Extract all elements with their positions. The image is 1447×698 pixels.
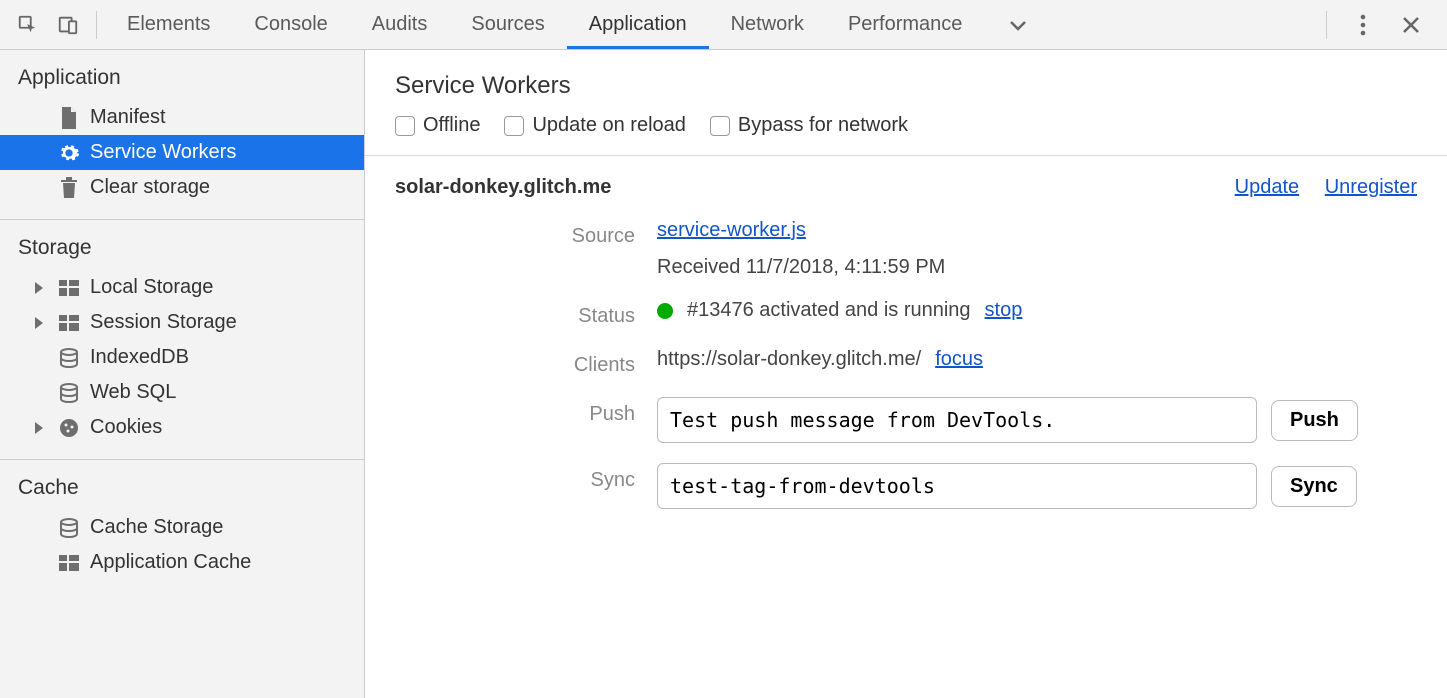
unregister-link[interactable]: Unregister: [1325, 176, 1417, 198]
sidebar-item-indexeddb[interactable]: IndexedDB: [0, 340, 364, 375]
sw-status-text: #13476 activated and is running: [687, 299, 971, 322]
push-input[interactable]: [657, 397, 1257, 443]
grid-icon: [58, 315, 80, 331]
sidebar-item-clear-storage[interactable]: Clear storage: [0, 170, 364, 205]
trash-icon: [58, 177, 80, 199]
chevron-right-icon[interactable]: [34, 317, 48, 329]
sidebar-item-label: Application Cache: [90, 551, 251, 574]
bypass-checkbox[interactable]: Bypass for network: [710, 114, 908, 137]
grid-icon: [58, 555, 80, 571]
sidebar-group-storage: Storage: [0, 220, 364, 270]
tab-audits[interactable]: Audits: [350, 0, 450, 49]
update-on-reload-checkbox[interactable]: Update on reload: [504, 114, 685, 137]
sidebar-item-local-storage[interactable]: Local Storage: [0, 270, 364, 305]
sidebar-item-label: Manifest: [90, 106, 166, 129]
database-icon: [58, 518, 80, 538]
device-toggle-icon[interactable]: [48, 5, 88, 45]
file-icon: [58, 107, 80, 129]
sidebar-item-label: Cookies: [90, 416, 162, 439]
push-button[interactable]: Push: [1271, 400, 1358, 441]
devtools-tabbar: Elements Console Audits Sources Applicat…: [0, 0, 1447, 50]
offline-checkbox[interactable]: Offline: [395, 114, 480, 137]
sw-source-link[interactable]: service-worker.js: [657, 219, 806, 242]
service-workers-panel: Service Workers Offline Update on reload…: [365, 50, 1447, 698]
sync-input[interactable]: [657, 463, 1257, 509]
sidebar-item-label: Web SQL: [90, 381, 176, 404]
sidebar-item-manifest[interactable]: Manifest: [0, 100, 364, 135]
sw-client-url: https://solar-donkey.glitch.me/: [657, 348, 921, 371]
sidebar-item-label: Cache Storage: [90, 516, 223, 539]
grid-icon: [58, 280, 80, 296]
sidebar-group-cache: Cache: [0, 460, 364, 510]
push-label: Push: [395, 397, 635, 426]
update-link[interactable]: Update: [1235, 176, 1300, 198]
separator: [1326, 11, 1327, 39]
stop-link[interactable]: stop: [985, 299, 1023, 322]
focus-link[interactable]: focus: [935, 348, 983, 371]
tab-elements[interactable]: Elements: [105, 0, 232, 49]
sidebar-item-cookies[interactable]: Cookies: [0, 410, 364, 445]
tab-network[interactable]: Network: [709, 0, 826, 49]
application-sidebar: Application Manifest Service Workers Cle…: [0, 50, 365, 698]
sidebar-item-cache-storage[interactable]: Cache Storage: [0, 510, 364, 545]
sw-origin: solar-donkey.glitch.me: [395, 176, 611, 199]
more-tabs-icon[interactable]: [984, 0, 1052, 49]
tab-sources[interactable]: Sources: [449, 0, 566, 49]
kebab-menu-icon[interactable]: [1343, 5, 1383, 45]
sw-received: Received 11/7/2018, 4:11:59 PM: [657, 256, 1417, 279]
panel-tabs: Elements Console Audits Sources Applicat…: [105, 0, 1318, 49]
tab-console[interactable]: Console: [232, 0, 349, 49]
sidebar-item-label: Session Storage: [90, 311, 237, 334]
sync-label: Sync: [395, 463, 635, 492]
sidebar-item-label: Local Storage: [90, 276, 213, 299]
sidebar-item-app-cache[interactable]: Application Cache: [0, 545, 364, 580]
sidebar-item-service-workers[interactable]: Service Workers: [0, 135, 364, 170]
chevron-right-icon[interactable]: [34, 282, 48, 294]
chevron-right-icon[interactable]: [34, 422, 48, 434]
sync-button[interactable]: Sync: [1271, 466, 1357, 507]
sidebar-item-label: IndexedDB: [90, 346, 189, 369]
inspect-icon[interactable]: [8, 5, 48, 45]
status-dot-icon: [657, 303, 673, 319]
database-icon: [58, 348, 80, 368]
sidebar-item-label: Service Workers: [90, 141, 236, 164]
clients-label: Clients: [395, 348, 635, 377]
database-icon: [58, 383, 80, 403]
cookie-icon: [58, 418, 80, 438]
sidebar-item-label: Clear storage: [90, 176, 210, 199]
panel-title: Service Workers: [395, 72, 1417, 100]
source-label: Source: [395, 219, 635, 248]
close-icon[interactable]: [1391, 5, 1431, 45]
tab-performance[interactable]: Performance: [826, 0, 985, 49]
separator: [96, 11, 97, 39]
status-label: Status: [395, 299, 635, 328]
gear-icon: [58, 142, 80, 164]
sidebar-group-application: Application: [0, 50, 364, 100]
sidebar-item-session-storage[interactable]: Session Storage: [0, 305, 364, 340]
tab-application[interactable]: Application: [567, 0, 709, 49]
sidebar-item-websql[interactable]: Web SQL: [0, 375, 364, 410]
